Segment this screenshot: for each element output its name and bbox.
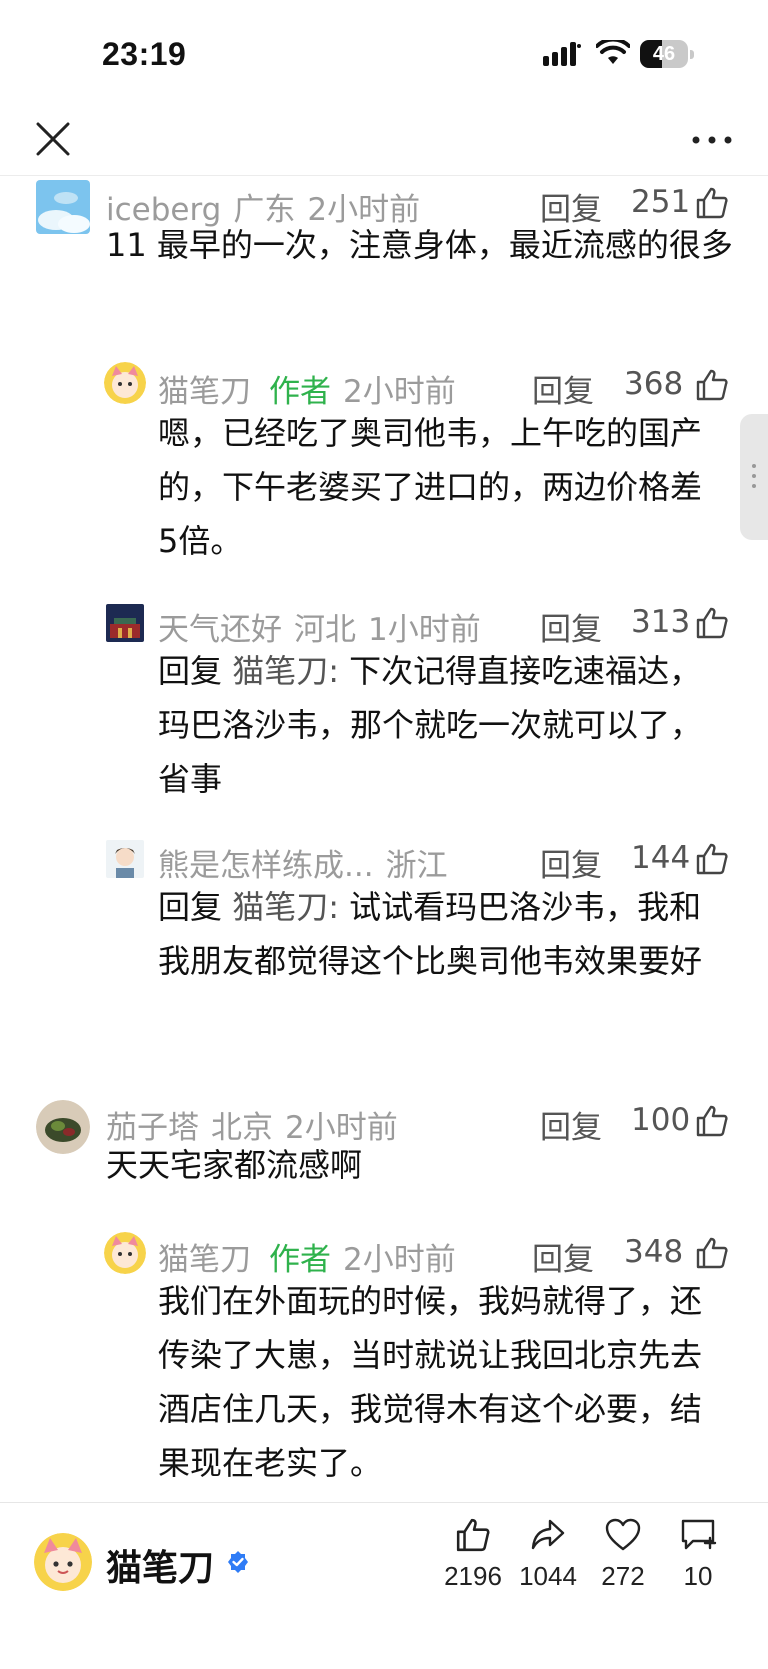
verified-badge-icon	[228, 1551, 248, 1573]
reply-button[interactable]: 回复	[540, 840, 602, 885]
battery-level: 46	[652, 43, 676, 65]
comment-text: 嗯，已经吃了奥司他韦，上午吃的国产的，下午老婆买了进口的，两边价格差5倍。	[158, 414, 703, 560]
author-avatar[interactable]	[34, 1533, 92, 1591]
user-avatar[interactable]	[106, 604, 144, 642]
comment-username[interactable]: 熊是怎样练成...	[158, 848, 374, 884]
like-count: 251	[631, 184, 691, 220]
comment-text: 回复 猫笔刀: 下次记得直接吃速福达，玛巴洛沙韦，那个就吃一次就可以了，省事	[158, 644, 718, 806]
top-navigation-bar	[0, 110, 768, 176]
heart-icon[interactable]	[605, 1517, 641, 1553]
wifi-icon	[596, 40, 630, 64]
cellular-signal-icon	[543, 42, 581, 66]
comment-text: 11 最早的一次，注意身体，最近流感的很多	[106, 226, 733, 264]
user-avatar[interactable]	[36, 180, 90, 234]
comment-meta: 天气还好 河北 1小时前	[158, 604, 493, 649]
reply-button[interactable]: 回复	[540, 604, 602, 649]
thumbs-up-icon[interactable]	[695, 1104, 729, 1138]
comment-username[interactable]: 天气还好	[158, 612, 282, 648]
comment-icon[interactable]	[679, 1517, 717, 1553]
comment-username[interactable]: 猫笔刀	[158, 1242, 251, 1278]
thumbs-up-icon[interactable]	[695, 842, 729, 876]
like-action[interactable]: 2196	[438, 1517, 508, 1592]
status-time: 23:19	[102, 36, 187, 72]
comment-text: 天天宅家都流感啊	[106, 1146, 363, 1184]
like-count: 2196	[444, 1561, 502, 1591]
comment-time: 2小时前	[343, 1242, 456, 1278]
comment-text: 回复 猫笔刀: 试试看玛巴洛沙韦，我和我朋友都觉得这个比奥司他韦效果要好	[158, 880, 718, 988]
thumbs-up-icon[interactable]	[695, 1236, 729, 1270]
comment-action[interactable]: 10	[663, 1517, 733, 1592]
reply-prefix: 回复	[158, 888, 223, 926]
close-icon[interactable]	[32, 118, 74, 160]
user-avatar[interactable]	[106, 840, 144, 878]
like-count: 144	[631, 840, 691, 876]
comment-time: 2小时前	[343, 374, 456, 410]
comment-item: 熊是怎样练成... 浙江 回复 144 回复 猫笔刀: 试试看玛巴洛沙韦，我和我朋…	[0, 832, 768, 1052]
like-count: 313	[631, 604, 691, 640]
user-avatar[interactable]	[36, 1100, 90, 1154]
thumbs-up-icon[interactable]	[695, 368, 729, 402]
reply-button[interactable]: 回复	[532, 366, 594, 411]
reply-button[interactable]: 回复	[532, 1234, 594, 1279]
bottom-action-bar: 猫笔刀 2196 1044 272 10	[0, 1502, 768, 1669]
share-count: 1044	[519, 1561, 577, 1591]
user-avatar[interactable]	[104, 1232, 146, 1274]
comment-meta: 熊是怎样练成... 浙江	[158, 840, 460, 885]
reply-prefix: 回复	[158, 652, 223, 690]
share-icon[interactable]	[530, 1517, 566, 1553]
comment-meta: 猫笔刀 作者 2小时前	[158, 366, 468, 411]
comment-item: 天气还好 河北 1小时前 回复 313 回复 猫笔刀: 下次记得直接吃速福达，玛巴洛…	[0, 594, 768, 814]
comment-location: 河北	[294, 612, 356, 648]
side-drawer-handle[interactable]	[740, 414, 768, 540]
comment-item: 猫笔刀 作者 2小时前 回复 368 嗯，已经吃了奥司他韦，上午吃的国产的，下午老婆…	[0, 350, 768, 580]
comment-meta: 猫笔刀 作者 2小时前	[158, 1234, 468, 1279]
like-count: 100	[631, 1102, 691, 1138]
comment-item: 茄子塔 北京 2小时前 回复 100 天天宅家都流感啊	[0, 1098, 768, 1218]
author-tag: 作者	[269, 1242, 331, 1278]
thumbs-up-icon[interactable]	[455, 1517, 491, 1553]
thumbs-up-icon[interactable]	[695, 606, 729, 640]
author-name[interactable]: 猫笔刀	[106, 1539, 214, 1591]
comment-location: 浙江	[385, 848, 448, 884]
comment-count: 10	[683, 1561, 713, 1591]
author-tag: 作者	[269, 374, 331, 410]
thumbs-up-icon[interactable]	[695, 186, 729, 220]
comment-time: 1小时前	[368, 612, 481, 648]
comment-item: iceberg 广东 2小时前 回复 251 11 最早的一次，注意身体，最近流感的…	[0, 176, 768, 346]
status-bar: 23:19 46	[0, 0, 768, 110]
user-avatar[interactable]	[104, 362, 146, 404]
comment-text: 我们在外面玩的时候，我妈就得了，还传染了大崽，当时就说让我回北京先去酒店住几天，…	[158, 1282, 703, 1482]
comment-item: 猫笔刀 作者 2小时前 回复 348 我们在外面玩的时候，我妈就得了，还传染了大崽，…	[0, 1224, 768, 1502]
like-count: 368	[624, 366, 684, 402]
reply-to-user[interactable]: 猫笔刀:	[232, 652, 339, 690]
favorite-count: 272	[601, 1561, 645, 1591]
battery-icon: 46	[640, 40, 694, 68]
comment-username[interactable]: 猫笔刀	[158, 374, 251, 410]
reply-to-user[interactable]: 猫笔刀:	[232, 888, 339, 926]
like-count: 348	[624, 1234, 684, 1270]
share-action[interactable]: 1044	[513, 1517, 583, 1592]
favorite-action[interactable]: 272	[588, 1517, 658, 1592]
more-options-icon[interactable]	[690, 130, 734, 150]
